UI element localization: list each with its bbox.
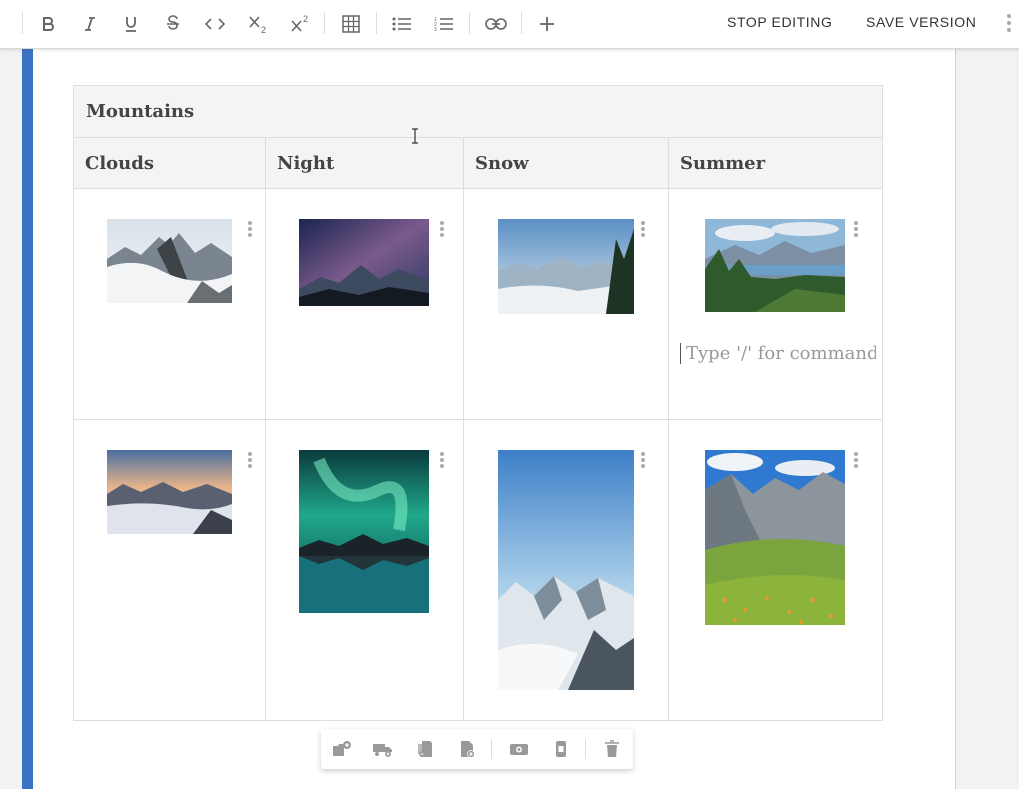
strikethrough-icon <box>167 15 179 30</box>
editor-toolbar: 2 2 123 STOP EDITING SAVE VERSION <box>0 0 1019 49</box>
image-menu-icon[interactable] <box>246 452 254 468</box>
camera-icon <box>510 744 528 755</box>
image-menu-icon[interactable] <box>639 452 647 468</box>
link-icon <box>485 18 507 30</box>
sunset-clouds-image[interactable] <box>107 450 232 534</box>
add-file-icon <box>461 741 475 758</box>
text-cursor-icon <box>412 128 418 144</box>
table-cell[interactable] <box>73 188 266 420</box>
table-cell[interactable] <box>463 419 669 721</box>
numbered-list-button[interactable]: 123 <box>432 12 456 36</box>
active-block-indicator <box>22 49 33 789</box>
superscript-button[interactable]: 2 <box>288 12 312 36</box>
delete-button[interactable] <box>601 739 623 759</box>
plus-icon <box>540 17 554 31</box>
svg-text:2: 2 <box>261 25 266 34</box>
bulleted-list-icon <box>392 17 411 31</box>
code-button[interactable] <box>203 12 227 36</box>
toolbar-divider <box>585 739 586 759</box>
svg-text:3: 3 <box>434 27 437 32</box>
table-icon <box>342 15 360 33</box>
table-button[interactable] <box>339 12 363 36</box>
italic-button[interactable] <box>78 12 102 36</box>
table-title[interactable]: Mountains <box>72 85 884 138</box>
table-cell[interactable]: Type '/' for command <box>667 188 884 420</box>
insert-button[interactable] <box>535 12 559 36</box>
toolbar-divider <box>376 12 377 34</box>
column-header[interactable]: Snow <box>463 137 669 189</box>
image-menu-icon[interactable] <box>639 221 647 237</box>
add-file-button[interactable] <box>456 739 478 759</box>
underline-icon <box>126 17 136 32</box>
image-menu-icon[interactable] <box>852 221 860 237</box>
summer-lake-image[interactable] <box>705 219 845 312</box>
aurora-image[interactable] <box>299 450 429 613</box>
column-header[interactable]: Clouds <box>73 137 266 189</box>
toolbar-divider <box>469 12 470 34</box>
bulleted-list-button[interactable] <box>390 12 414 36</box>
delete-icon <box>605 740 619 757</box>
add-image-left-button[interactable] <box>331 739 353 759</box>
table-cell[interactable] <box>73 419 266 721</box>
table-cell[interactable] <box>265 188 464 420</box>
table-cell[interactable] <box>265 419 464 721</box>
add-image-right-button[interactable] <box>372 739 394 759</box>
svg-text:2: 2 <box>303 14 308 24</box>
add-image-left-icon <box>333 741 351 756</box>
snowy-valley-image[interactable] <box>498 219 634 314</box>
image-menu-icon[interactable] <box>438 221 446 237</box>
add-image-right-icon <box>373 744 392 757</box>
image-table: Mountains Clouds Night Snow Summer Type … <box>72 85 884 721</box>
image-toolbar <box>321 729 633 769</box>
alpine-meadow-image[interactable] <box>705 450 845 625</box>
superscript-icon: 2 <box>291 14 308 32</box>
stop-editing-button[interactable]: STOP EDITING <box>727 14 832 30</box>
text-input-placeholder[interactable]: Type '/' for command <box>680 343 876 364</box>
crop-button[interactable] <box>550 739 572 759</box>
link-button[interactable] <box>484 12 508 36</box>
code-icon <box>205 18 225 30</box>
toolbar-divider <box>324 12 325 34</box>
italic-icon <box>85 17 95 31</box>
toolbar-divider <box>521 12 522 34</box>
underline-button[interactable] <box>119 12 143 36</box>
table-cell[interactable] <box>463 188 669 420</box>
strikethrough-button[interactable] <box>161 12 185 36</box>
night-mountain-image[interactable] <box>299 219 429 306</box>
image-menu-icon[interactable] <box>852 452 860 468</box>
replace-image-icon <box>418 741 432 757</box>
more-options-icon[interactable] <box>1004 12 1014 34</box>
image-menu-icon[interactable] <box>246 221 254 237</box>
image-menu-icon[interactable] <box>438 452 446 468</box>
numbered-list-icon: 123 <box>434 17 453 32</box>
replace-image-button[interactable] <box>414 739 436 759</box>
snow-peaks-image[interactable] <box>498 450 634 690</box>
column-header[interactable]: Night <box>265 137 464 189</box>
camera-button[interactable] <box>508 739 530 759</box>
subscript-button[interactable]: 2 <box>246 12 270 36</box>
subscript-icon: 2 <box>249 16 266 34</box>
bold-icon <box>43 17 54 31</box>
save-version-button[interactable]: SAVE VERSION <box>866 14 976 30</box>
bold-button[interactable] <box>36 12 60 36</box>
toolbar-divider <box>491 739 492 759</box>
table-cell[interactable] <box>667 419 884 721</box>
toolbar-divider <box>22 12 23 34</box>
cloudy-mountain-image[interactable] <box>107 219 232 303</box>
column-header[interactable]: Summer <box>667 137 884 189</box>
crop-icon <box>556 741 566 757</box>
